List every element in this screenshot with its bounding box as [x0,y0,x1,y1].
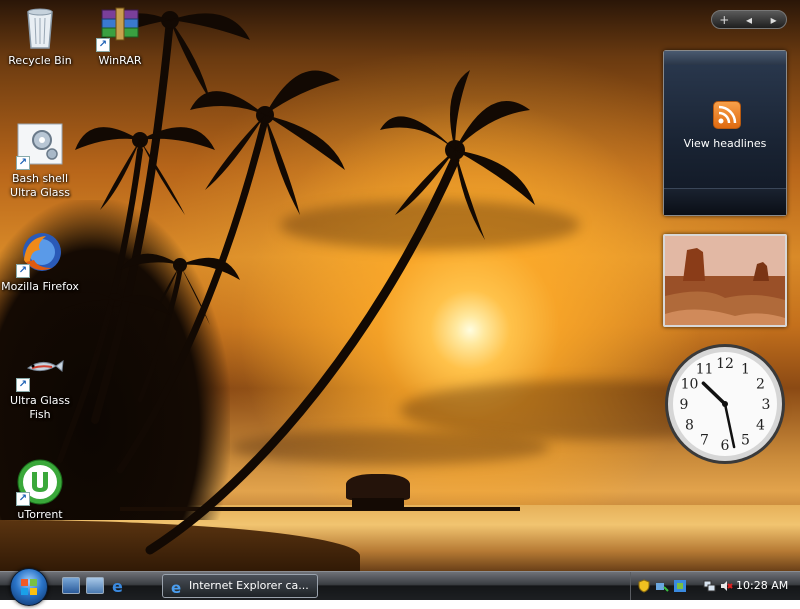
clock-numeral: 12 [716,356,734,372]
shortcut-arrow-icon: ↗ [16,156,30,170]
rss-icon [713,101,741,129]
recycle-bin-icon [16,4,64,52]
clock-gadget[interactable]: 12 1 2 3 4 5 6 7 8 9 10 11 [663,342,787,466]
desktop-background: Recycle Bin ↗ WinRAR ↗ Bash shell Ultra … [0,0,800,571]
winrar-icon: ↗ [96,4,144,52]
desktop-icon-recycle-bin[interactable]: Recycle Bin [1,4,79,68]
start-button[interactable] [10,568,48,606]
desktop-icon-label: Ultra Glass Fish [10,394,70,421]
windows-update-icon[interactable] [673,578,687,592]
clock-numeral: 8 [685,418,694,434]
desktop-icon-label: Recycle Bin [8,54,72,67]
desktop-icon-bash-shell[interactable]: ↗ Bash shell Ultra Glass [1,122,79,200]
desktop-icon-label: uTorrent [17,508,63,521]
taskbar: e e Internet Explorer ca... 10:28 AM [0,568,800,606]
security-shield-icon[interactable] [637,578,651,593]
desktop-icon-ultra-glass-fish[interactable]: ↗ Ultra Glass Fish [1,344,79,422]
internet-explorer-icon[interactable]: e [110,577,128,596]
taskbar-window-internet-explorer[interactable]: e Internet Explorer ca... [162,574,318,598]
slideshow-gadget[interactable] [663,234,787,327]
internet-explorer-icon: e [170,579,186,597]
desktop-icon-firefox[interactable]: ↗ Mozilla Firefox [1,230,79,294]
shortcut-arrow-icon: ↗ [16,492,30,506]
desktop-icon-label: Mozilla Firefox [1,280,79,293]
clock-numeral: 4 [756,418,765,434]
feed-headlines-gadget[interactable]: View headlines [663,50,787,216]
desktop-icon-utorrent[interactable]: ↗ uTorrent [1,458,79,522]
network-icon[interactable] [703,578,717,592]
clock-numeral: 11 [696,362,714,378]
system-tray: 10:28 AM [630,572,800,600]
utorrent-icon: ↗ [16,458,64,506]
shortcut-arrow-icon: ↗ [96,38,110,52]
svg-text:e: e [171,579,181,595]
network-status-icon[interactable] [655,578,669,592]
next-gadget-page-button[interactable]: ▸ [761,13,786,27]
gadget-toolbar: + ◂ ▸ [711,10,787,29]
clock-numeral: 1 [741,362,750,378]
taskbar-window-label: Internet Explorer ca... [189,579,309,592]
view-headlines-link[interactable]: View headlines [664,137,786,150]
quick-launch-bar: e [62,577,128,596]
desktop-icon-winrar[interactable]: ↗ WinRAR [81,4,159,68]
desktop-icon-label: Bash shell Ultra Glass [10,172,70,199]
fish-icon: ↗ [16,344,64,392]
gear-settings-icon: ↗ [16,122,64,170]
clock-numeral: 2 [756,377,765,393]
slideshow-photo-icon [665,236,785,325]
desktop-icon-label: WinRAR [98,54,142,67]
taskbar-clock[interactable]: 10:28 AM [736,579,788,592]
clock-numeral: 7 [700,433,709,449]
clock-numeral: 3 [762,397,771,413]
clock-numeral: 6 [721,438,730,454]
clock-numeral: 5 [741,433,750,449]
show-desktop-icon[interactable] [62,577,80,594]
clock-numeral: 9 [680,397,689,413]
volume-muted-icon[interactable] [719,578,733,592]
firefox-icon: ↗ [16,230,64,278]
clock-numeral: 10 [681,377,699,393]
shortcut-arrow-icon: ↗ [16,378,30,392]
shortcut-arrow-icon: ↗ [16,264,30,278]
switch-windows-icon[interactable] [86,577,104,594]
previous-gadget-page-button[interactable]: ◂ [737,13,762,27]
add-gadget-button[interactable]: + [712,13,737,27]
svg-text:e: e [112,577,123,594]
